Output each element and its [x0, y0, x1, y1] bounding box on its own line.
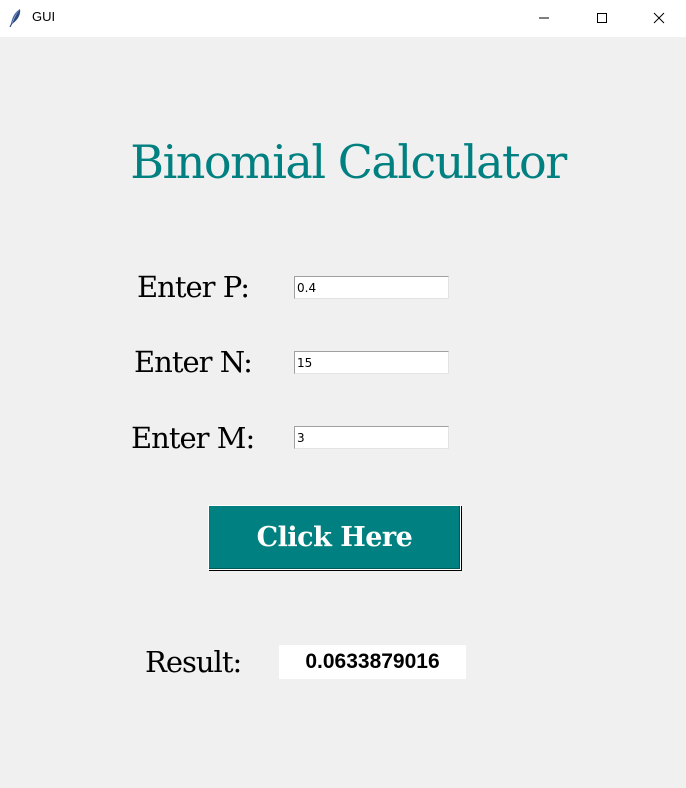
minimize-icon [538, 9, 550, 28]
feather-icon [8, 8, 24, 28]
n-label: Enter N: [134, 345, 253, 379]
minimize-button[interactable] [515, 0, 573, 37]
n-input[interactable] [294, 351, 449, 374]
close-button[interactable] [631, 0, 686, 37]
p-label: Enter P: [137, 270, 250, 304]
result-value: 0.0633879016 [279, 645, 466, 679]
maximize-icon [596, 9, 608, 28]
app-window: GUI Binomial Calculator Enter P: Enter N… [0, 0, 686, 788]
page-title: Binomial Calculator [130, 135, 567, 189]
close-icon [653, 9, 665, 28]
p-input[interactable] [294, 276, 449, 299]
maximize-button[interactable] [573, 0, 631, 37]
title-bar[interactable]: GUI [0, 0, 686, 37]
window-title: GUI [32, 9, 56, 24]
calculate-button[interactable]: Click Here [208, 505, 461, 570]
m-label: Enter M: [131, 421, 255, 455]
result-label: Result: [145, 645, 242, 679]
m-input[interactable] [294, 426, 449, 449]
